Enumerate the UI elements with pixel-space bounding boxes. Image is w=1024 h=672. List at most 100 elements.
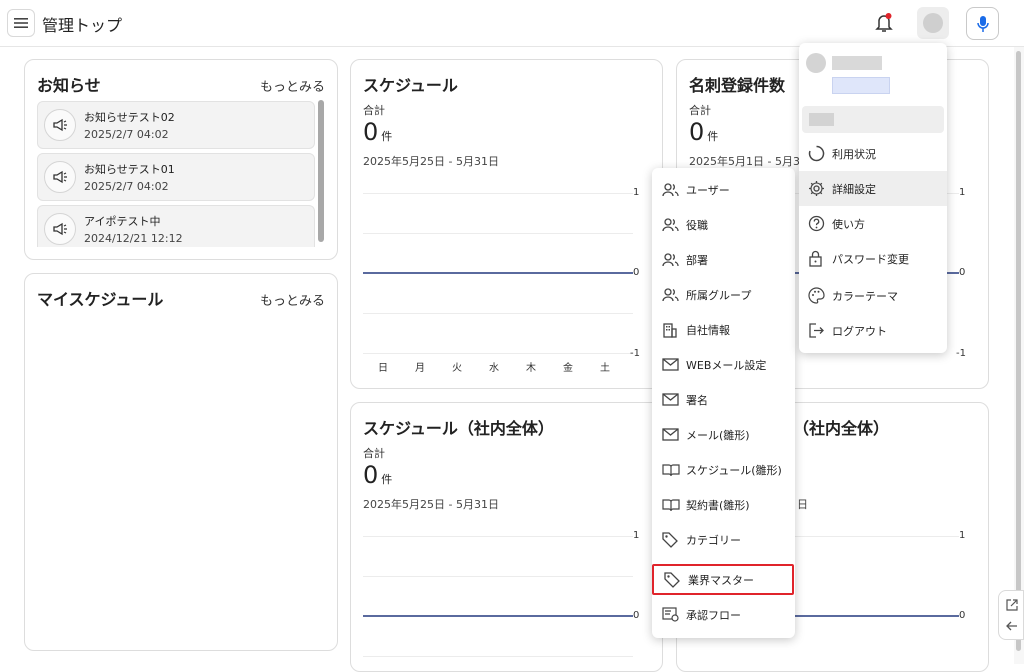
menu-item-mail-template[interactable]: メール(雛形) xyxy=(652,417,795,452)
schedule-date-range: 2025年5月25日 - 5月31日 xyxy=(363,155,499,168)
help-icon xyxy=(808,215,825,232)
voice-input-button[interactable] xyxy=(966,7,999,40)
tag-icon xyxy=(662,531,678,548)
business-card-title: 名刺登録件数 xyxy=(689,76,786,95)
schedule-all-y-tick: 0 xyxy=(633,610,640,621)
my-schedule-more-link[interactable]: もっとみる xyxy=(260,290,325,309)
schedule-all-total-label: 合計 xyxy=(363,447,385,460)
usage-icon xyxy=(808,145,825,162)
schedule-x-tick: 水 xyxy=(489,363,499,374)
schedule-x-tick: 金 xyxy=(563,363,573,374)
notice-item-date: 2025/2/7 04:02 xyxy=(84,180,169,193)
company-all-title: （社内全体） xyxy=(793,419,890,438)
my-schedule-title: マイスケジュール xyxy=(37,290,164,309)
menu-item-change-password[interactable]: パスワード変更 xyxy=(799,241,947,276)
menu-item-contract-template[interactable]: 契約書(雛形) xyxy=(652,487,795,522)
menu-item-positions[interactable]: 役職 xyxy=(652,207,795,242)
book-icon xyxy=(662,498,680,511)
menu-item-how-to-use[interactable]: 使い方 xyxy=(799,206,947,241)
business-card-count: 0件 xyxy=(689,118,719,146)
notice-item-title: アイポテスト中 xyxy=(84,215,161,228)
gear-icon xyxy=(809,181,824,196)
open-external-icon[interactable] xyxy=(1006,599,1018,611)
business-card-y-tick: 0 xyxy=(959,267,966,278)
megaphone-icon xyxy=(44,161,76,193)
schedule-x-tick: 日 xyxy=(378,363,388,374)
notification-bell-button[interactable] xyxy=(874,12,894,34)
notice-item-date: 2024/12/21 12:12 xyxy=(84,232,183,245)
schedule-count: 0件 xyxy=(363,118,393,146)
notice-card: お知らせ もっとみる お知らせテスト02 2025/2/7 04:02 お知らせ… xyxy=(24,59,338,260)
menu-item-logout[interactable]: ログアウト xyxy=(799,313,947,348)
notice-scrollbar[interactable] xyxy=(318,100,324,242)
menu-item-company-info[interactable]: 自社情報 xyxy=(652,312,795,347)
redacted-user-name xyxy=(832,56,882,70)
approval-icon xyxy=(662,607,679,622)
menu-item-schedule-template[interactable]: スケジュール(雛形) xyxy=(652,452,795,487)
user-avatar-button[interactable] xyxy=(917,7,949,39)
megaphone-icon xyxy=(44,213,76,245)
schedule-all-card: スケジュール（社内全体） 合計 0件 2025年5月25日 - 5月31日 1 … xyxy=(350,402,663,672)
schedule-card: スケジュール 合計 0件 2025年5月25日 - 5月31日 1 0 -1 日… xyxy=(350,59,663,389)
palette-icon xyxy=(808,287,825,304)
schedule-x-tick: 月 xyxy=(415,363,425,374)
users-icon xyxy=(662,217,679,231)
menu-item-advanced-settings[interactable]: 詳細設定 xyxy=(799,171,947,206)
schedule-all-date-range: 2025年5月25日 - 5月31日 xyxy=(363,498,499,511)
book-icon xyxy=(662,463,680,476)
my-schedule-card: マイスケジュール もっとみる xyxy=(24,273,338,651)
notice-title: お知らせ xyxy=(37,76,101,95)
menu-item-category[interactable]: カテゴリー xyxy=(652,522,795,557)
redacted-user-role xyxy=(832,77,890,94)
company-all-date-range: 日 xyxy=(797,498,808,511)
arrow-left-icon[interactable] xyxy=(1006,620,1018,632)
business-card-y-tick: -1 xyxy=(956,348,966,359)
schedule-all-y-tick: 1 xyxy=(633,530,640,541)
schedule-y-tick: 0 xyxy=(633,267,640,278)
users-icon xyxy=(662,182,679,196)
schedule-total-label: 合計 xyxy=(363,104,385,117)
notice-item[interactable]: アイポテスト中 2024/12/21 12:12 xyxy=(37,205,315,247)
schedule-y-tick: 1 xyxy=(633,187,640,198)
notice-item[interactable]: お知らせテスト02 2025/2/7 04:02 xyxy=(37,101,315,149)
microphone-icon xyxy=(976,15,989,32)
master-settings-menu: ユーザー 役職 部署 所属グループ 自社情報 WEBメール設定 署名 メール(雛… xyxy=(652,168,795,638)
menu-item-signature[interactable]: 署名 xyxy=(652,382,795,417)
users-icon xyxy=(662,252,679,266)
schedule-x-tick: 土 xyxy=(600,363,610,374)
schedule-chart-line xyxy=(363,272,633,274)
menu-item-usage[interactable]: 利用状況 xyxy=(799,136,947,171)
notice-item-title: お知らせテスト01 xyxy=(84,163,175,176)
schedule-all-title: スケジュール（社内全体） xyxy=(363,419,554,438)
menu-item-approval-flow[interactable]: 承認フロー xyxy=(652,597,795,632)
menu-item-industry-master[interactable]: 業界マスター xyxy=(652,564,794,595)
schedule-x-tick: 火 xyxy=(452,363,462,374)
mail-icon xyxy=(662,393,679,406)
schedule-y-tick: -1 xyxy=(630,348,640,359)
floating-side-buttons xyxy=(998,590,1024,640)
business-card-total-label: 合計 xyxy=(689,104,711,117)
menu-item-color-theme[interactable]: カラーテーマ xyxy=(799,278,947,313)
menu-item-groups[interactable]: 所属グループ xyxy=(652,277,795,312)
hamburger-menu-button[interactable] xyxy=(7,9,35,37)
company-all-y-tick: 0 xyxy=(959,610,966,621)
menu-item-webmail-settings[interactable]: WEBメール設定 xyxy=(652,347,795,382)
lock-icon xyxy=(809,250,822,267)
notice-item-title: お知らせテスト02 xyxy=(84,111,175,124)
notice-item[interactable]: お知らせテスト01 2025/2/7 04:02 xyxy=(37,153,315,201)
page-title: 管理トップ xyxy=(42,16,123,35)
schedule-all-count: 0件 xyxy=(363,461,393,489)
company-all-y-tick: 1 xyxy=(959,530,966,541)
page-scrollbar[interactable] xyxy=(1014,47,1024,664)
schedule-title: スケジュール xyxy=(363,76,458,95)
notice-item-date: 2025/2/7 04:02 xyxy=(84,128,169,141)
megaphone-icon xyxy=(44,109,76,141)
menu-item-users[interactable]: ユーザー xyxy=(652,172,795,207)
menu-item-departments[interactable]: 部署 xyxy=(652,242,795,277)
mail-icon xyxy=(662,358,679,371)
top-bar: 管理トップ xyxy=(0,0,1024,47)
notice-more-link[interactable]: もっとみる xyxy=(260,76,325,95)
mail-icon xyxy=(662,428,679,441)
building-icon xyxy=(663,322,677,338)
tag-icon xyxy=(664,571,680,588)
